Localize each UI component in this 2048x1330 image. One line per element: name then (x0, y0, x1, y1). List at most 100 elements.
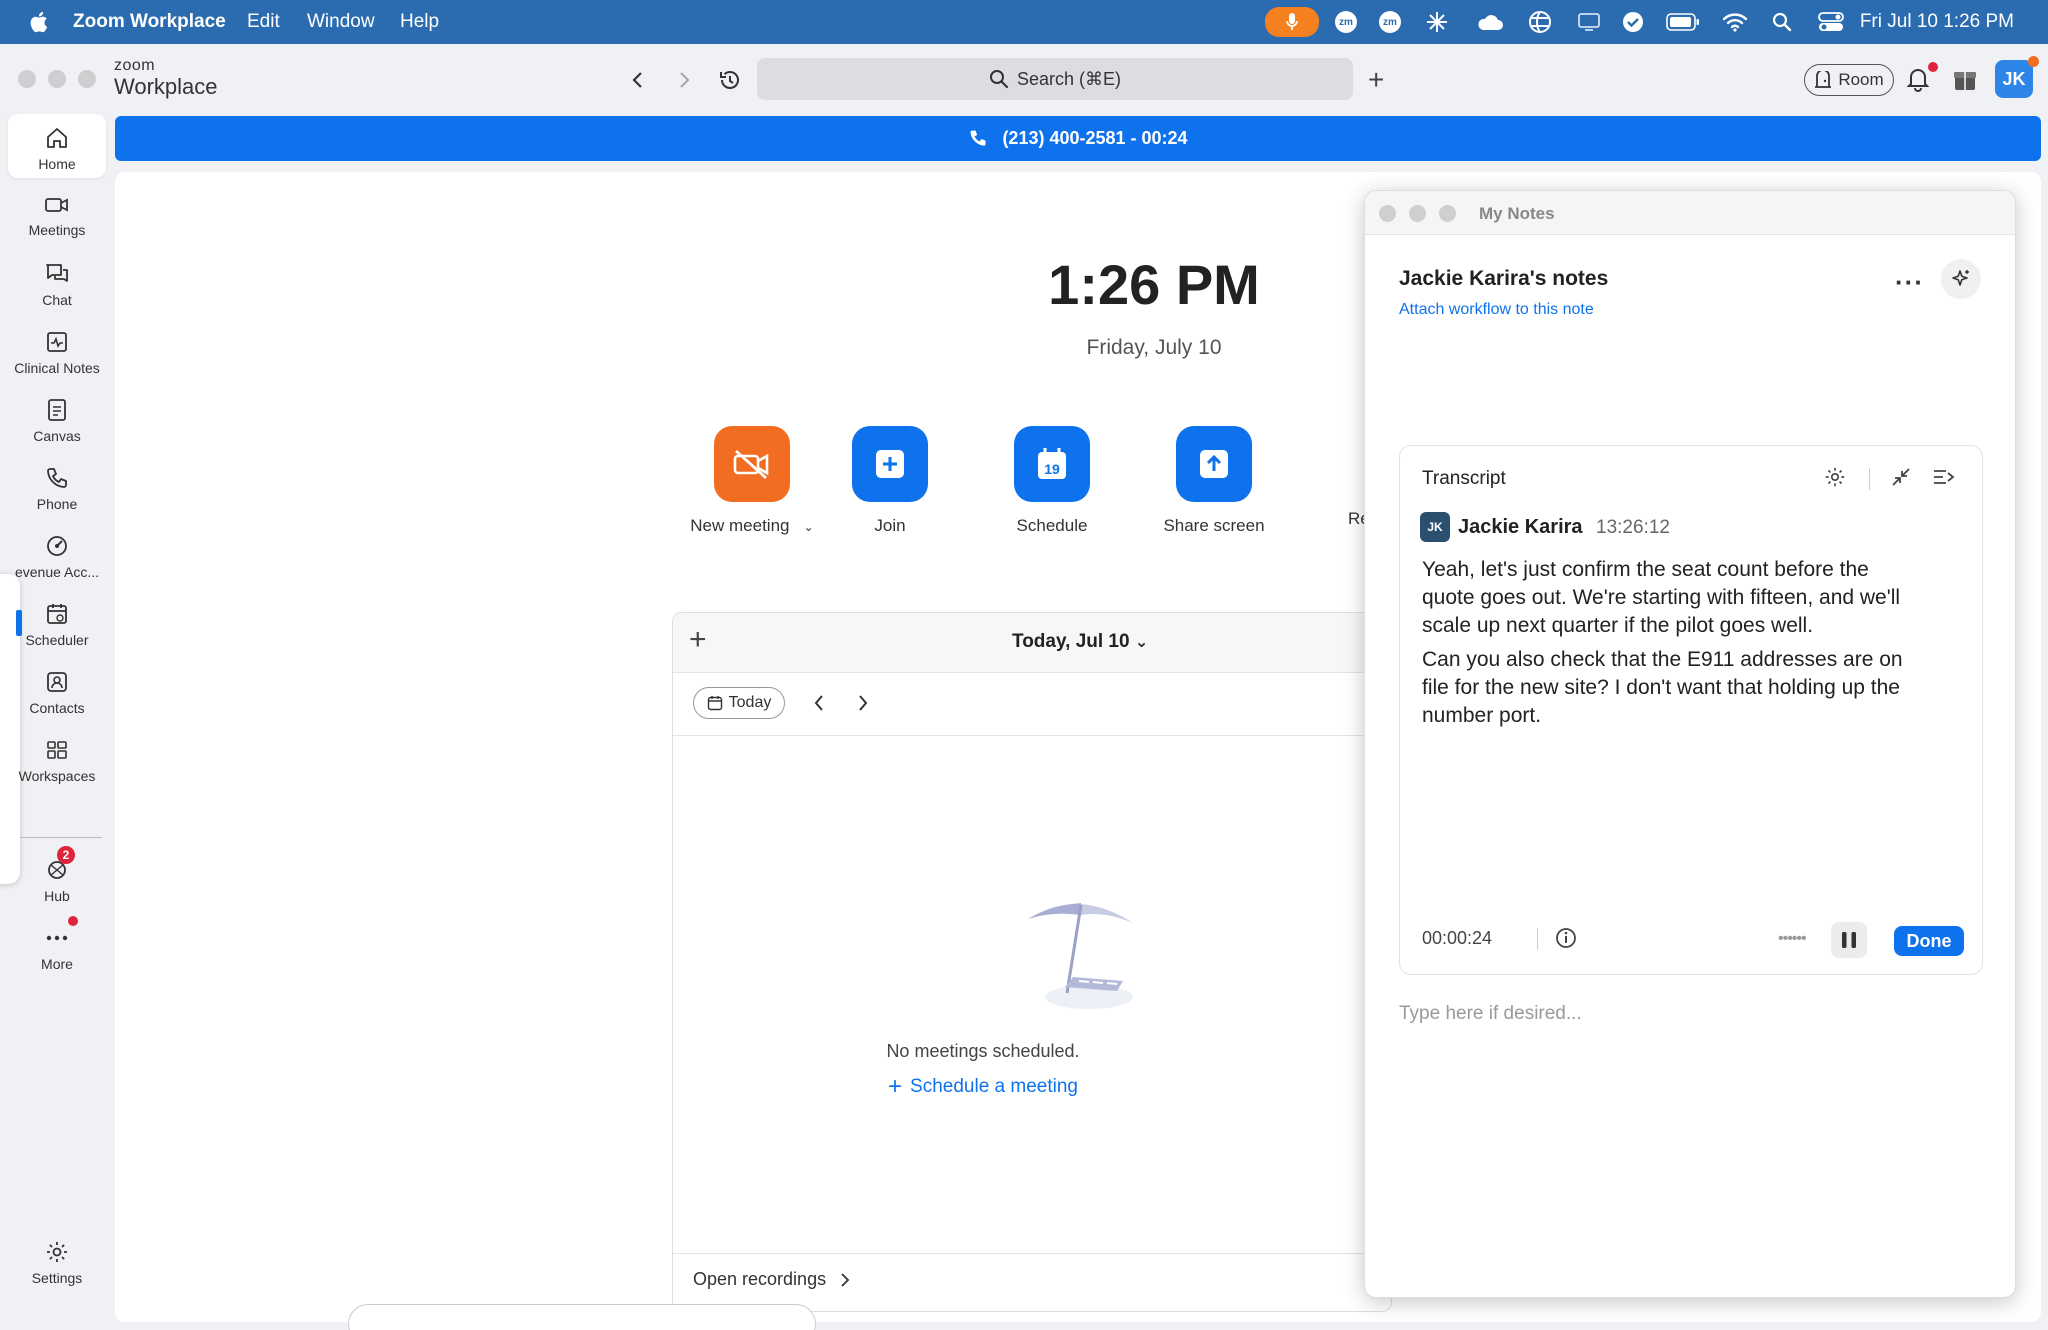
menu-window[interactable]: Window (307, 11, 375, 33)
home-icon (47, 128, 67, 148)
mic-in-use-indicator[interactable] (1265, 7, 1319, 37)
control-center-icon[interactable] (1818, 8, 1844, 36)
notes-close-button[interactable] (1379, 205, 1396, 222)
menubar-clock[interactable]: Fri Jul 10 1:26 PM (1860, 11, 2014, 33)
share-upload-icon (1200, 450, 1228, 478)
window-close-button[interactable] (18, 70, 36, 88)
sidebar-item-scheduler[interactable]: Scheduler (8, 590, 106, 654)
chevron-right-icon (841, 1272, 850, 1287)
sidebar-item-canvas[interactable]: Canvas (8, 386, 106, 450)
pause-button[interactable] (1831, 922, 1867, 958)
join-button[interactable] (852, 426, 928, 502)
user-avatar[interactable]: JK (1995, 60, 2033, 98)
cloud-icon[interactable] (1476, 8, 1504, 36)
done-button[interactable]: Done (1894, 926, 1964, 956)
zoom-tray-icon[interactable]: zm (1335, 8, 1357, 36)
menu-edit[interactable]: Edit (247, 11, 280, 33)
ai-sparkle-button[interactable] (1941, 259, 1981, 299)
new-meeting-button[interactable] (714, 426, 790, 502)
search-bar[interactable]: Search (⌘E) (757, 58, 1353, 100)
add-event-plus-icon[interactable]: + (689, 623, 707, 657)
sidebar-item-more[interactable]: More (8, 914, 106, 978)
sidebar-item-phone[interactable]: Phone (8, 454, 106, 518)
previous-day-button[interactable] (807, 691, 831, 715)
notifications-bell-icon[interactable] (1906, 66, 1930, 92)
window-zoom-button[interactable] (78, 70, 96, 88)
spotlight-search-icon[interactable] (1772, 8, 1792, 36)
next-day-button[interactable] (851, 691, 875, 715)
transcript-timestamp: 13:26:12 (1596, 517, 1670, 538)
calendar-divider (673, 735, 1391, 736)
battery-icon[interactable] (1666, 8, 1700, 36)
sidebar-item-clinical-notes[interactable]: Clinical Notes (8, 318, 106, 382)
back-button[interactable] (624, 66, 652, 94)
active-call-banner[interactable]: (213) 400-2581 - 00:24 (115, 116, 2041, 161)
gauge-icon (47, 536, 67, 556)
notes-zoom-button[interactable] (1439, 205, 1456, 222)
gear-icon (47, 1242, 67, 1262)
sparkle-icon[interactable] (1426, 8, 1448, 36)
sidebar-item-settings[interactable]: Settings (8, 1228, 106, 1292)
clinical-notes-icon (47, 332, 67, 352)
info-icon[interactable] (1554, 926, 1578, 950)
beach-umbrella-illustration (1028, 903, 1133, 1009)
gift-icon[interactable] (1952, 66, 1978, 92)
scheduler-icon (47, 604, 67, 624)
forward-button[interactable] (670, 66, 698, 94)
menu-help[interactable]: Help (400, 11, 439, 33)
transcript-toolbar-divider (1869, 468, 1870, 490)
schedule-action[interactable]: 19 Schedule (977, 426, 1127, 536)
schedule-button[interactable]: 19 (1014, 426, 1090, 502)
history-icon[interactable] (716, 66, 744, 94)
more-options-icon[interactable]: ··· (1895, 267, 1924, 298)
plus-square-icon (876, 450, 904, 478)
attach-workflow-link[interactable]: Attach workflow to this note (1399, 301, 1594, 319)
apple-icon[interactable] (28, 10, 48, 34)
speaker-avatar: JK (1420, 512, 1450, 542)
sidebar-item-chat[interactable]: Chat (8, 250, 106, 314)
sidebar-item-home[interactable]: Home (8, 114, 106, 178)
recording-timer: 00:00:24 (1422, 928, 1493, 948)
notes-input[interactable]: Type here if desired... (1399, 1003, 1582, 1025)
transcript-panel: Transcript JK Jackie Karira 13:26:12 Yea… (1399, 445, 1983, 975)
collapse-icon[interactable] (1890, 466, 1912, 488)
sidebar-item-revenue-accelerator[interactable]: evenue Acc... (8, 522, 106, 586)
transcript-title: Transcript (1422, 468, 1506, 489)
contacts-icon (47, 672, 67, 692)
room-button[interactable]: Room (1804, 64, 1894, 96)
globe-icon[interactable] (1528, 8, 1552, 36)
transcript-settings-gear-icon[interactable] (1824, 466, 1846, 488)
sidebar-item-workspaces[interactable]: Workspaces (8, 726, 106, 790)
open-recordings-link[interactable]: Open recordings (693, 1269, 850, 1290)
notes-minimize-button[interactable] (1409, 205, 1426, 222)
share-screen-button[interactable] (1176, 426, 1252, 502)
calendar-small-icon (707, 696, 722, 711)
new-meeting-action[interactable]: New meeting ⌄ (677, 426, 827, 536)
zoom-workplace-logo: zoom Workplace (114, 57, 218, 99)
phone-icon (970, 130, 986, 146)
schedule-meeting-link[interactable]: + Schedule a meeting (673, 1073, 1293, 1101)
zoom-tray-icon-2[interactable]: zm (1379, 8, 1401, 36)
transcript-list-icon[interactable] (1932, 466, 1956, 488)
sparkle-icon (1952, 270, 1969, 286)
transcript-controls: 00:00:24 •••••• Done (1400, 916, 1982, 966)
new-tab-plus-icon[interactable]: + (1368, 64, 1384, 96)
join-action[interactable]: Join (815, 426, 965, 536)
chat-icon (46, 264, 68, 282)
floating-bottom-bar[interactable] (348, 1304, 816, 1330)
search-placeholder: Search (⌘E) (1016, 68, 1122, 89)
sidebar-item-contacts[interactable]: Contacts (8, 658, 106, 722)
window-minimize-button[interactable] (48, 70, 66, 88)
today-button[interactable]: Today (693, 687, 785, 719)
wifi-icon[interactable] (1722, 8, 1748, 36)
svg-text:19: 19 (1044, 461, 1060, 477)
sidebar-item-meetings[interactable]: Meetings (8, 182, 106, 246)
calendar-date-dropdown[interactable]: Today, Jul 10 ⌄ (1012, 631, 1148, 653)
avatar-status-dot (2028, 56, 2039, 67)
menu-app-name[interactable]: Zoom Workplace (73, 11, 226, 33)
display-icon[interactable] (1578, 8, 1600, 36)
share-screen-action[interactable]: Share screen (1139, 426, 1289, 536)
notes-heading[interactable]: Jackie Karira's notes (1399, 267, 1608, 291)
search-icon (989, 70, 1009, 89)
checkmark-icon[interactable] (1622, 8, 1644, 36)
